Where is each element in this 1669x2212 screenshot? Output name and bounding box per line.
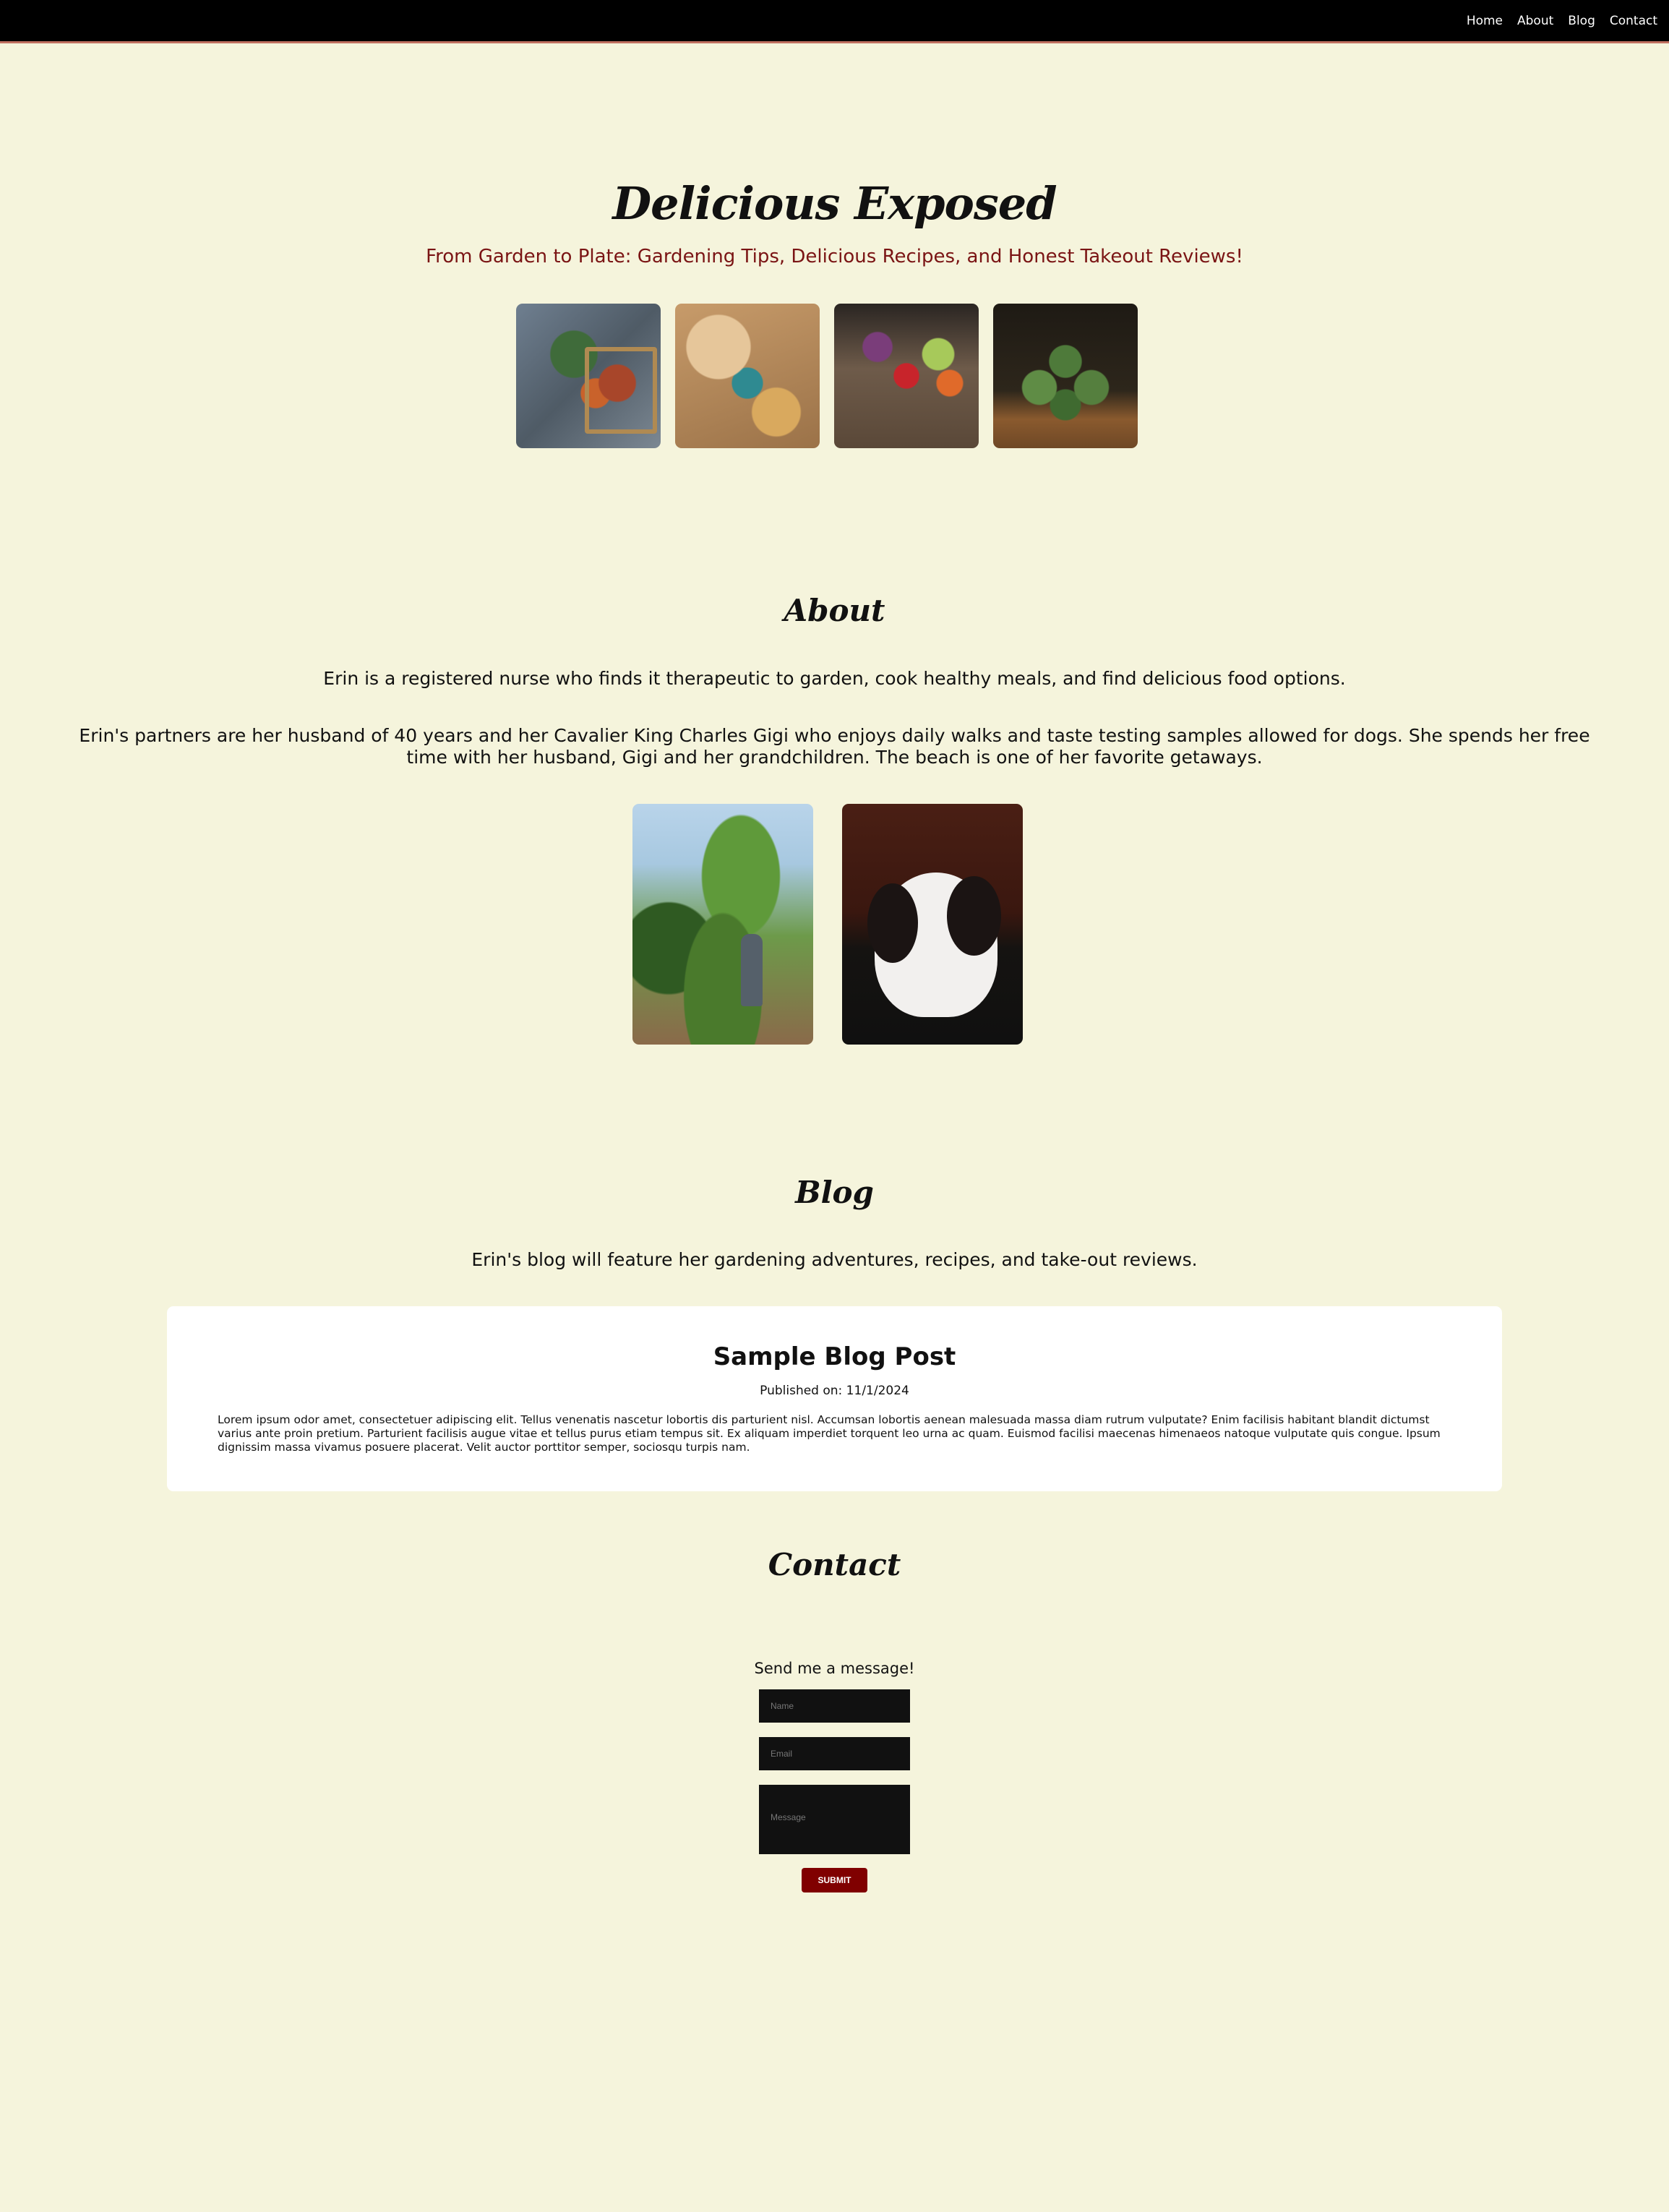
- blog-post-card: Sample Blog Post Published on: 11/1/2024…: [167, 1306, 1502, 1491]
- contact-heading: Contact: [768, 1547, 901, 1582]
- message-textarea[interactable]: [759, 1785, 910, 1854]
- top-nav: Home About Blog Contact: [0, 0, 1669, 43]
- vegetable-crate-photo: [516, 304, 661, 448]
- nav-links: Home About Blog Contact: [1467, 0, 1657, 41]
- nav-contact-link[interactable]: Contact: [1610, 14, 1657, 28]
- hero-gallery: [516, 304, 1138, 448]
- blog-post-body: Lorem ipsum odor amet, consectetuer adip…: [218, 1413, 1441, 1454]
- blog-heading: Blog: [795, 1175, 874, 1210]
- nav-home-link[interactable]: Home: [1467, 14, 1503, 28]
- about-gallery: [632, 804, 1023, 1045]
- blog-post-title: Sample Blog Post: [713, 1342, 956, 1371]
- about-paragraph-2: Erin's partners are her husband of 40 ye…: [79, 725, 1590, 768]
- about-heading: About: [784, 593, 885, 628]
- about-paragraph-1: Erin is a registered nurse who finds it …: [323, 668, 1346, 689]
- contact-lead: Send me a message!: [754, 1660, 915, 1677]
- blog-post-date: Published on: 11/1/2024: [760, 1384, 909, 1398]
- dog-photo: [842, 804, 1023, 1045]
- site-subtitle: From Garden to Plate: Gardening Tips, De…: [426, 246, 1243, 267]
- pizza-table-photo: [675, 304, 820, 448]
- brussels-sprouts-photo: [993, 304, 1138, 448]
- blog-intro: Erin's blog will feature her gardening a…: [471, 1249, 1198, 1270]
- garden-photo: [632, 804, 813, 1045]
- nav-blog-link[interactable]: Blog: [1568, 14, 1595, 28]
- cutting-board-photo: [834, 304, 979, 448]
- email-input[interactable]: [759, 1737, 910, 1770]
- submit-button[interactable]: SUBMIT: [802, 1868, 867, 1892]
- nav-about-link[interactable]: About: [1517, 14, 1553, 28]
- name-input[interactable]: [759, 1689, 910, 1723]
- site-title: Delicious Exposed: [612, 177, 1057, 230]
